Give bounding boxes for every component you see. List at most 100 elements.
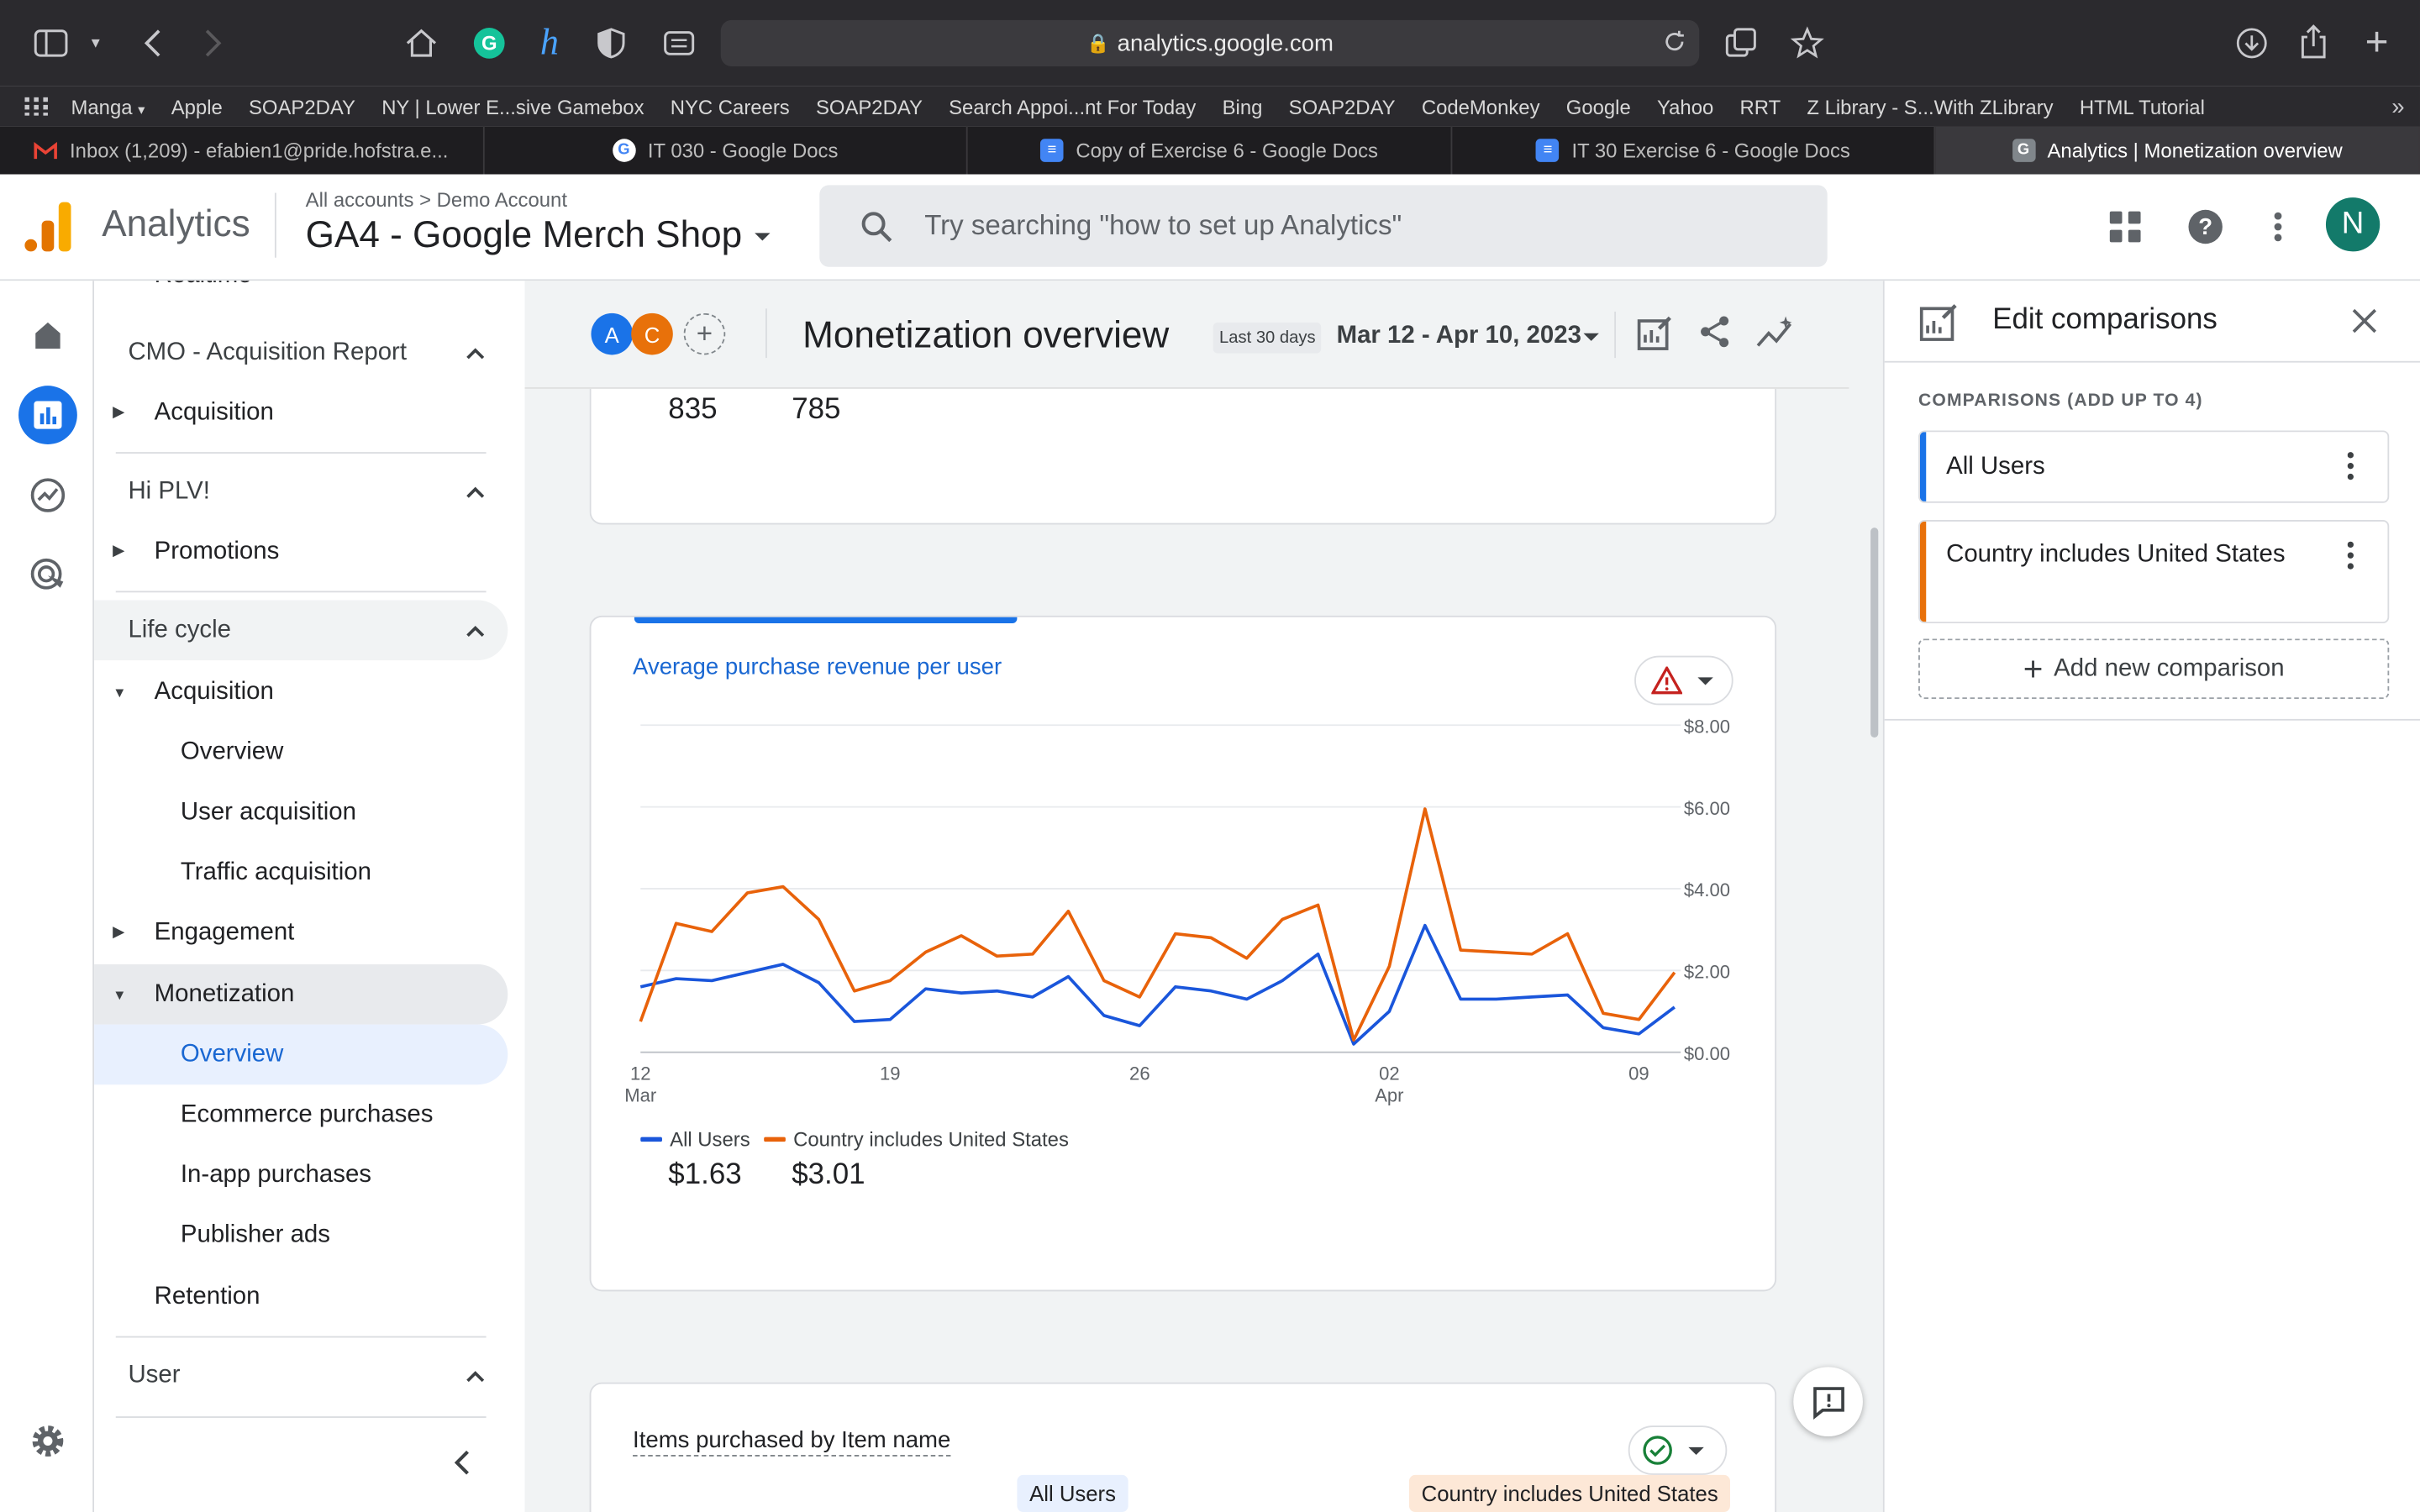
menu-item-retention[interactable]: Retention	[94, 1267, 508, 1327]
bookmark-item[interactable]: RRT	[1740, 95, 1781, 118]
section-user[interactable]: User	[94, 1346, 508, 1406]
add-comparison-icon[interactable]: +	[683, 312, 726, 355]
chevron-down-icon[interactable]: ▾	[85, 28, 107, 59]
home-icon[interactable]	[18, 306, 77, 365]
shield-icon[interactable]	[594, 24, 628, 61]
bookmark-manga[interactable]: Manga ▾	[71, 95, 145, 118]
bookmark-item[interactable]: Google	[1566, 95, 1631, 118]
new-tab-icon[interactable]: +	[2359, 22, 2396, 62]
data-quality-ok-button[interactable]	[1628, 1425, 1728, 1475]
insights-icon[interactable]	[1756, 315, 1797, 355]
menu-item-acquisition[interactable]: ▶ Acquisition	[94, 383, 508, 444]
bookmark-item[interactable]: HTML Tutorial	[2080, 95, 2205, 118]
home-icon[interactable]	[402, 24, 439, 61]
chevron-down-icon: ▾	[138, 101, 145, 117]
forward-icon[interactable]	[196, 24, 229, 61]
download-icon[interactable]	[2233, 24, 2270, 61]
breadcrumb-root: All accounts	[305, 188, 414, 212]
more-vert-icon[interactable]	[2347, 450, 2354, 481]
address-bar[interactable]: 🔒 analytics.google.com	[720, 19, 1700, 66]
comparison-item-us[interactable]: Country includes United States	[1918, 519, 2390, 624]
bookmark-item[interactable]: NY | Lower E...sive Gamebox	[381, 95, 644, 118]
menu-divider	[115, 1416, 487, 1418]
bookmark-item[interactable]: CodeMonkey	[1422, 95, 1540, 118]
bookmark-item[interactable]: Apple	[171, 95, 223, 118]
tab-it030[interactable]: G IT 030 - Google Docs	[484, 126, 968, 175]
items-card-title[interactable]: Items purchased by Item name	[633, 1427, 951, 1457]
menu-item-traffic-acquisition[interactable]: Traffic acquisition	[94, 843, 508, 903]
more-vert-icon[interactable]	[2347, 540, 2354, 571]
advertising-icon[interactable]	[18, 546, 77, 605]
chart-title[interactable]: Average purchase revenue per user	[633, 654, 1002, 680]
analytics-logo-icon[interactable]	[24, 202, 71, 252]
y-tick-label: $4.00	[1684, 879, 1730, 900]
menu-item-engagement[interactable]: ▶ Engagement	[94, 902, 508, 963]
menu-item-promotions[interactable]: ▶ Promotions	[94, 522, 508, 582]
tab-overview-icon[interactable]	[1723, 24, 1760, 61]
back-icon[interactable]	[136, 24, 170, 61]
apps-grid-icon[interactable]	[24, 97, 49, 116]
date-range-badge[interactable]: Last 30 days	[1213, 322, 1322, 354]
scrollbar[interactable]	[1870, 528, 1879, 738]
honey-icon[interactable]: h	[531, 24, 568, 64]
reload-icon[interactable]	[1662, 29, 1686, 60]
comparison-item-all-users[interactable]: All Users	[1918, 430, 2390, 503]
property-selector[interactable]: GA4 - Google Merch Shop	[306, 214, 771, 257]
menu-item-label: Engagement	[154, 918, 295, 945]
reports-icon[interactable]	[18, 386, 77, 444]
apps-grid-icon[interactable]	[2105, 207, 2145, 247]
bookmark-item[interactable]: Yahoo	[1657, 95, 1713, 118]
menu-item-user-acquisition[interactable]: User acquisition	[94, 782, 508, 843]
collapse-menu-icon[interactable]	[446, 1446, 480, 1479]
tab-gmail[interactable]: Inbox (1,209) - efabien1@pride.hofstra.e…	[0, 126, 484, 175]
app-name[interactable]: Analytics	[102, 203, 250, 246]
menu-item-publisher-ads[interactable]: Publisher ads	[94, 1205, 508, 1265]
caret-down-icon[interactable]	[1583, 333, 1599, 341]
section-life-cycle[interactable]: Life cycle	[94, 600, 508, 661]
feedback-button[interactable]	[1793, 1367, 1863, 1436]
menu-item-monetization-overview[interactable]: Overview	[94, 1024, 508, 1085]
data-quality-warning-button[interactable]	[1634, 655, 1733, 706]
date-range-selector[interactable]: Mar 12 - Apr 10, 2023	[1337, 323, 1581, 350]
menu-item-ecommerce-purchases[interactable]: Ecommerce purchases	[94, 1084, 508, 1145]
tab-it30-exercise6[interactable]: ≡ IT 30 Exercise 6 - Google Docs	[1452, 126, 1936, 175]
more-bookmarks-icon[interactable]: »	[2391, 94, 2404, 120]
tab-copy-exercise6[interactable]: ≡ Copy of Exercise 6 - Google Docs	[968, 126, 1452, 175]
comparison-chip-c[interactable]: C	[631, 312, 673, 355]
reader-icon[interactable]	[660, 24, 697, 61]
metric-value-us: 785	[792, 393, 841, 426]
bookmark-item[interactable]: NYC Careers	[671, 95, 790, 118]
bookmark-item[interactable]: Bing	[1223, 95, 1263, 118]
menu-item-lifecycle-acquisition[interactable]: ▼ Acquisition	[94, 662, 508, 722]
help-icon[interactable]: ?	[2186, 207, 2226, 247]
star-icon[interactable]	[1789, 24, 1826, 61]
more-vert-icon[interactable]	[2258, 207, 2298, 247]
share-icon[interactable]	[1697, 315, 1738, 355]
bookmark-item[interactable]: SOAP2DAY	[1289, 95, 1396, 118]
menu-item-in-app-purchases[interactable]: In-app purchases	[94, 1145, 508, 1205]
bookmark-item[interactable]: Search Appoi...nt For Today	[949, 95, 1196, 118]
add-new-comparison-button[interactable]: + Add new comparison	[1918, 638, 2390, 700]
section-hi-plv[interactable]: Hi PLV!	[94, 461, 508, 522]
bookmark-item[interactable]: SOAP2DAY	[816, 95, 923, 118]
section-cmo-acquisition-report[interactable]: CMO - Acquisition Report	[94, 323, 508, 383]
tab-label: Inbox (1,209) - efabien1@pride.hofstra.e…	[70, 139, 449, 162]
settings-gear-icon[interactable]	[28, 1421, 68, 1462]
menu-item-realtime[interactable]: Realtime	[155, 281, 252, 290]
share-icon[interactable]	[2295, 22, 2332, 62]
grammarly-icon[interactable]: G	[471, 24, 508, 61]
breadcrumb[interactable]: All accounts > Demo Account	[306, 188, 567, 212]
search-input[interactable]: Try searching "how to set up Analytics"	[819, 185, 1828, 267]
sidebar-toggle-icon[interactable]	[31, 26, 71, 60]
menu-item-monetization[interactable]: ▼ Monetization	[94, 963, 508, 1025]
avatar[interactable]: N	[2325, 197, 2381, 252]
bookmark-item[interactable]: Z Library - S...With ZLibrary	[1807, 95, 2053, 118]
bookmark-item[interactable]: SOAP2DAY	[249, 95, 355, 118]
menu-item-acquisition-overview[interactable]: Overview	[94, 722, 508, 783]
comparison-chip-a[interactable]: A	[591, 312, 634, 355]
close-icon[interactable]	[2350, 307, 2378, 335]
tab-analytics[interactable]: G Analytics | Monetization overview	[1935, 126, 2420, 175]
customize-report-icon[interactable]	[1636, 315, 1676, 355]
explore-icon[interactable]	[18, 466, 77, 525]
caret-down-icon: ▼	[113, 986, 127, 1002]
